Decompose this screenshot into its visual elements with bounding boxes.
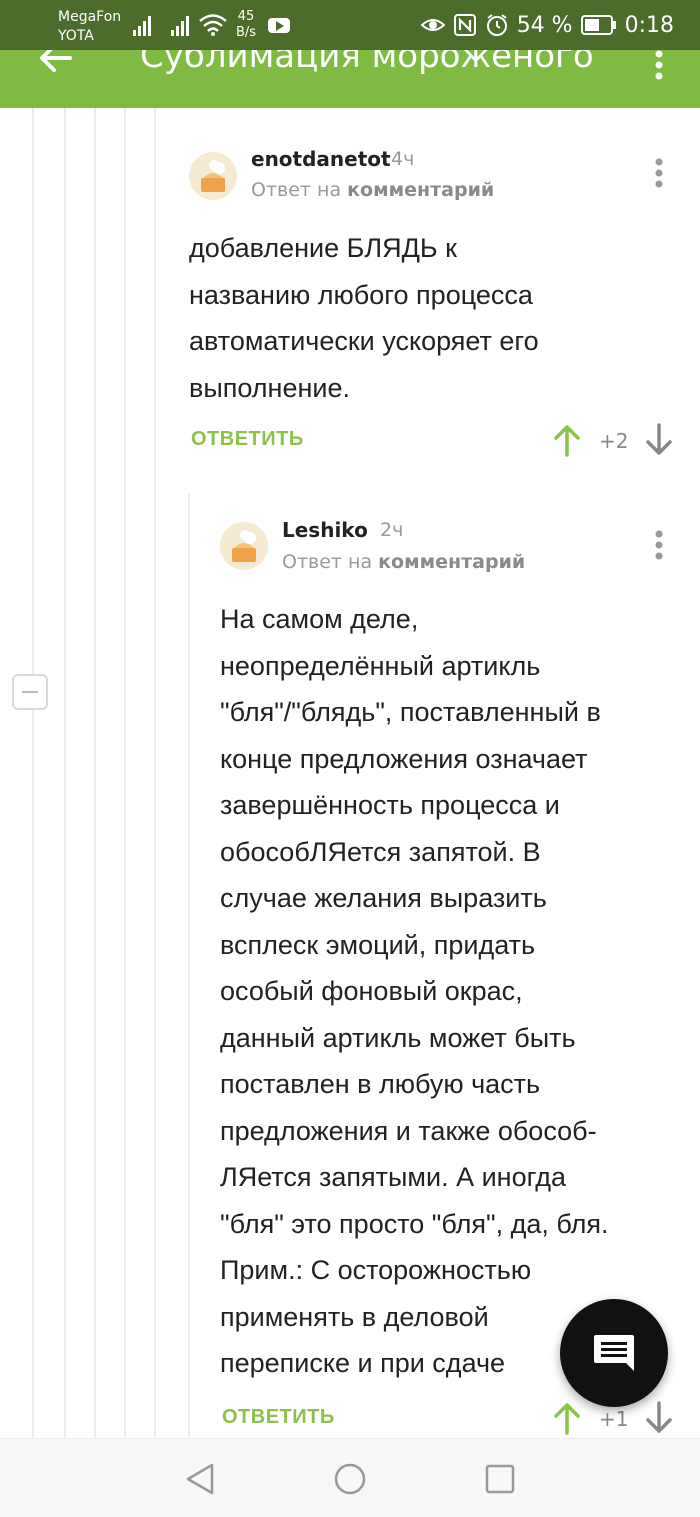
arrow-down-icon[interactable] [645, 423, 673, 457]
reply-button[interactable]: ОТВЕТИТЬ [222, 1406, 335, 1429]
status-right: 54 % 0:18 [420, 10, 674, 40]
reply-to-link[interactable]: комментарий [378, 551, 525, 573]
avatar[interactable] [220, 522, 268, 570]
status-bar: MegaFon YOTA 45 B/s 54 % 0:18 [0, 0, 700, 50]
cook-avatar-icon [189, 152, 237, 200]
carrier-labels: MegaFon YOTA [58, 8, 121, 46]
signal-icon [133, 16, 151, 36]
write-comment-button[interactable] [560, 1299, 668, 1407]
reply-to-line: Ответ на комментарий [282, 551, 526, 573]
carrier-1: MegaFon [58, 9, 122, 25]
nfc-icon [453, 14, 476, 36]
thread-line [32, 108, 34, 1438]
cook-avatar-icon [220, 522, 268, 570]
youtube-icon [268, 18, 290, 33]
comment-time: 4ч [391, 148, 415, 170]
signal-icon-2 [171, 16, 189, 36]
thread-line [154, 108, 156, 1438]
thread-line [188, 494, 190, 1438]
more-vertical-icon[interactable] [654, 530, 664, 560]
battery-percent: 54 % [516, 12, 573, 38]
more-vertical-icon[interactable] [654, 158, 664, 188]
comment-author[interactable]: Leshiko [282, 518, 368, 542]
comment-score: +2 [599, 429, 629, 453]
battery-icon [580, 15, 616, 35]
comment-score: +1 [599, 1407, 629, 1431]
carrier-2: YOTA [58, 28, 94, 44]
eye-icon [420, 19, 445, 31]
arrow-up-icon[interactable] [553, 423, 581, 457]
circle-home-icon[interactable] [332, 1461, 368, 1497]
more-vertical-icon[interactable] [654, 50, 664, 80]
triangle-back-icon[interactable] [182, 1461, 218, 1497]
comment-text: На самом деле, неопределённый артикль "б… [220, 604, 609, 1378]
app-bar: Сублимация мороженого MegaFon YOTA 45 B/… [0, 0, 700, 108]
avatar[interactable] [189, 152, 237, 200]
thread-line [124, 108, 126, 1438]
network-speed: 45 B/s [236, 9, 257, 40]
reply-to-link[interactable]: комментарий [347, 179, 494, 201]
wifi-icon [199, 14, 227, 36]
reply-button[interactable]: ОТВЕТИТЬ [191, 428, 304, 451]
collapse-thread-button[interactable] [12, 674, 48, 710]
comment-author[interactable]: enotdanetot [251, 147, 391, 171]
reply-to-line: Ответ на комментарий [251, 179, 495, 201]
thread-line [94, 108, 96, 1438]
clock: 0:18 [624, 12, 674, 38]
square-recent-icon[interactable] [482, 1461, 518, 1497]
system-nav-bar [0, 1438, 700, 1517]
comment-text: добавление БЛЯДЬ к названию любого проце… [189, 233, 539, 403]
alarm-icon [486, 14, 507, 36]
comment-time: 2ч [380, 519, 404, 541]
thread-line [64, 108, 66, 1438]
comment-icon [594, 1335, 634, 1371]
